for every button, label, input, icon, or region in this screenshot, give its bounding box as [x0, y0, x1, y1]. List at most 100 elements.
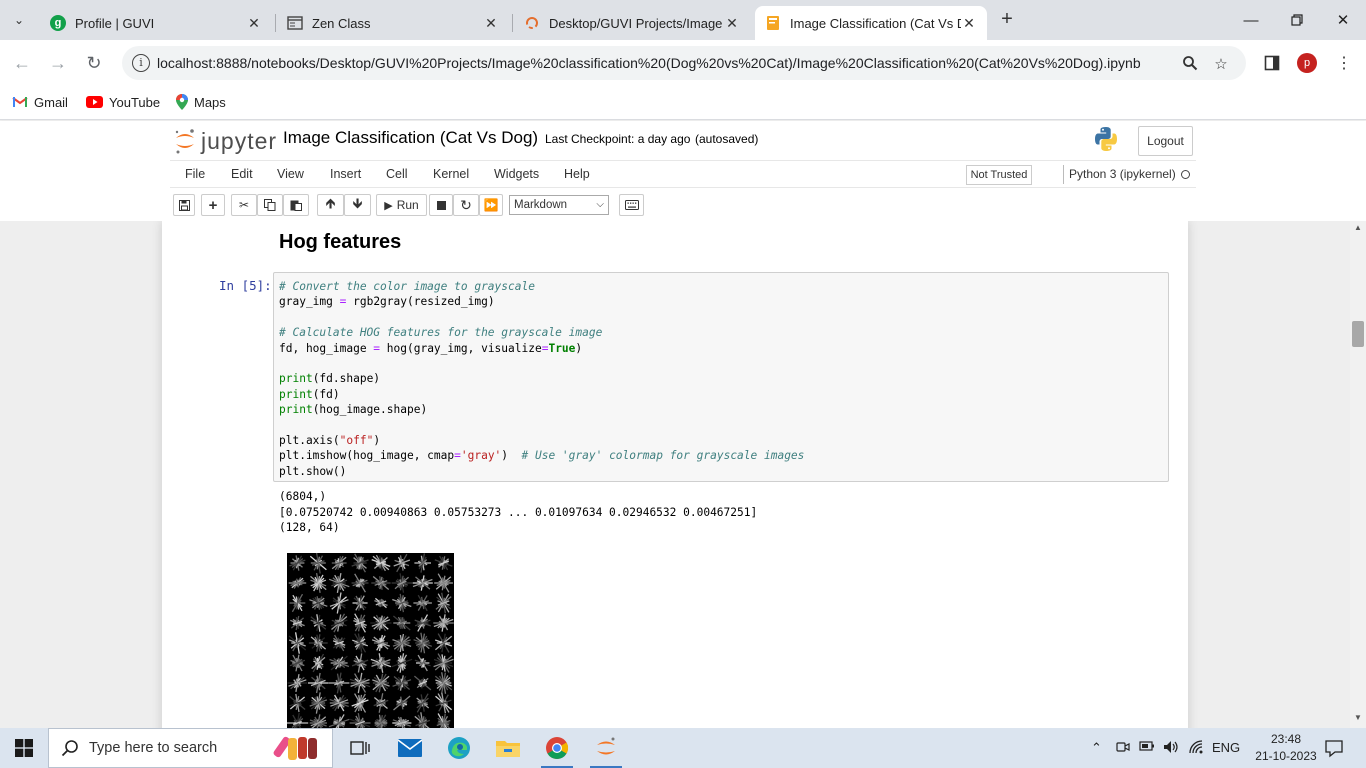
insert-cell-button[interactable]: +	[201, 194, 225, 216]
close-tab-icon[interactable]: ✕	[961, 15, 977, 32]
close-tab-icon[interactable]: ✕	[483, 15, 499, 32]
taskbar-jupyter[interactable]	[582, 728, 630, 768]
language-indicator[interactable]: ENG	[1212, 740, 1240, 755]
code-token: plt.axis(	[279, 433, 340, 447]
taskbar-file-explorer[interactable]	[484, 728, 532, 768]
restart-icon: ↻	[460, 196, 472, 213]
kernel-name[interactable]: Python 3 (ipykernel)	[1069, 167, 1176, 181]
hog-cell	[435, 692, 453, 714]
code-token: plt.show()	[279, 464, 347, 478]
hog-cell	[352, 633, 369, 653]
run-button[interactable]: ▶ Run	[376, 194, 427, 216]
close-tab-icon[interactable]: ✕	[246, 15, 262, 32]
tab-search-chevron-icon[interactable]: ⌄	[6, 8, 32, 32]
cut-button[interactable]: ✂	[231, 194, 257, 216]
save-button[interactable]	[173, 194, 195, 216]
notebook-container: Hog features In [5]: # Convert the color…	[162, 221, 1188, 728]
tab-zen-class[interactable]: Zen Class ✕	[277, 6, 509, 40]
hog-cell	[391, 653, 413, 673]
close-tab-icon[interactable]: ✕	[724, 15, 740, 32]
page-scrollbar[interactable]: ▲ ▼	[1350, 221, 1366, 728]
bookmark-star-icon[interactable]: ☆	[1212, 55, 1230, 73]
restore-icon[interactable]	[1274, 0, 1320, 40]
scroll-thumb[interactable]	[1352, 321, 1364, 347]
reload-icon[interactable]: ↻	[81, 50, 107, 76]
tab-image-classification[interactable]: Image Classification (Cat Vs Do ✕	[755, 6, 987, 40]
new-tab-icon[interactable]: +	[996, 8, 1018, 30]
tab-profile-guvi[interactable]: g Profile | GUVI ✕	[40, 6, 272, 40]
paste-button[interactable]	[283, 194, 309, 216]
battery-icon[interactable]	[1139, 740, 1155, 755]
cell-output-text: (6804,) [0.07520742 0.00940863 0.05753273…	[279, 489, 757, 536]
hog-cell	[433, 614, 454, 632]
close-window-icon[interactable]: ✕	[1320, 0, 1366, 40]
taskbar-search-box[interactable]: Type here to search	[48, 728, 333, 768]
code-token: True	[548, 341, 576, 355]
url-text[interactable]: localhost:8888/notebooks/Desktop/GUVI%20…	[157, 55, 1141, 71]
code-line: # Convert the color image to grayscale	[279, 279, 804, 294]
bookmark-youtube[interactable]: YouTube	[86, 92, 160, 112]
menu-insert[interactable]: Insert	[330, 167, 361, 181]
code-token: )	[501, 449, 522, 463]
jupyter-logo[interactable]: jupyter	[174, 126, 277, 156]
scroll-up-arrow-icon[interactable]: ▲	[1350, 223, 1366, 237]
guvi-icon: g	[50, 15, 66, 31]
code-cell-input[interactable]: # Convert the color image to grayscale gr…	[273, 272, 1169, 482]
hog-cell	[436, 713, 451, 728]
bookmark-maps[interactable]: Maps	[176, 92, 226, 112]
move-down-button[interactable]: 🡻	[344, 194, 371, 216]
notebook-name[interactable]: Image Classification (Cat Vs Dog)	[283, 128, 538, 148]
command-palette-button[interactable]	[619, 194, 644, 216]
meet-now-icon[interactable]	[1116, 740, 1130, 757]
notification-center-icon[interactable]	[1324, 738, 1344, 758]
wifi-icon[interactable]	[1189, 740, 1205, 757]
taskbar-edge[interactable]	[435, 728, 483, 768]
bookmark-gmail[interactable]: Gmail	[12, 92, 68, 112]
restart-button[interactable]: ↻	[453, 194, 479, 216]
restart-run-all-button[interactable]: ⏩	[479, 194, 503, 216]
hog-cell	[370, 614, 392, 632]
code-line: print(fd.shape)	[279, 371, 804, 386]
tab-label: Zen Class	[312, 15, 371, 31]
markdown-heading[interactable]: Hog features	[279, 231, 401, 254]
menu-kernel[interactable]: Kernel	[433, 167, 469, 181]
menu-file[interactable]: File	[185, 167, 205, 181]
zoom-search-icon[interactable]	[1181, 55, 1199, 73]
tab-desktop-projects[interactable]: Desktop/GUVI Projects/Image ✕	[514, 6, 750, 40]
menu-view[interactable]: View	[277, 167, 304, 181]
cell-type-select[interactable]: Markdown ⌵	[509, 195, 609, 215]
menu-cell[interactable]: Cell	[386, 167, 408, 181]
start-button[interactable]	[0, 728, 48, 768]
notebook-area: Hog features In [5]: # Convert the color…	[0, 221, 1350, 728]
move-up-button[interactable]: 🡹	[317, 194, 344, 216]
browser-tab-strip: ⌄ g Profile | GUVI ✕ Zen Class ✕ Desktop…	[0, 0, 1366, 40]
menu-help[interactable]: Help	[564, 167, 590, 181]
code-token: hog(gray_img, visualize	[380, 341, 542, 355]
profile-avatar[interactable]: p	[1297, 53, 1317, 73]
menu-edit[interactable]: Edit	[231, 167, 253, 181]
minimize-icon[interactable]: —	[1228, 0, 1274, 40]
hog-cell	[287, 712, 309, 728]
taskbar-mail[interactable]	[386, 728, 434, 768]
task-view-button[interactable]	[336, 728, 384, 768]
hog-cell	[309, 714, 327, 728]
interrupt-button[interactable]	[429, 194, 453, 216]
side-panel-icon[interactable]	[1261, 52, 1283, 74]
site-info-icon[interactable]: i	[132, 54, 150, 72]
scroll-down-arrow-icon[interactable]: ▼	[1350, 713, 1366, 727]
copy-button[interactable]	[257, 194, 283, 216]
address-bar[interactable]: i localhost:8888/notebooks/Desktop/GUVI%…	[122, 46, 1246, 80]
forward-arrow-icon[interactable]: →	[45, 50, 71, 76]
not-trusted-button[interactable]: Not Trusted	[966, 165, 1032, 185]
show-hidden-icons-chevron-icon[interactable]: ⌃	[1091, 740, 1102, 756]
menu-widgets[interactable]: Widgets	[494, 167, 539, 181]
volume-icon[interactable]	[1163, 740, 1179, 757]
logout-button[interactable]: Logout	[1138, 126, 1193, 156]
paste-icon	[290, 200, 302, 211]
code-editor[interactable]: # Convert the color image to grayscale gr…	[279, 279, 804, 479]
taskbar-chrome[interactable]	[533, 728, 581, 768]
browser-menu-icon[interactable]: ⋮	[1333, 52, 1355, 74]
code-line: fd, hog_image = hog(gray_img, visualize=…	[279, 341, 804, 356]
system-clock[interactable]: 23:48 21-10-2023	[1254, 731, 1318, 765]
back-arrow-icon[interactable]: ←	[9, 50, 35, 76]
